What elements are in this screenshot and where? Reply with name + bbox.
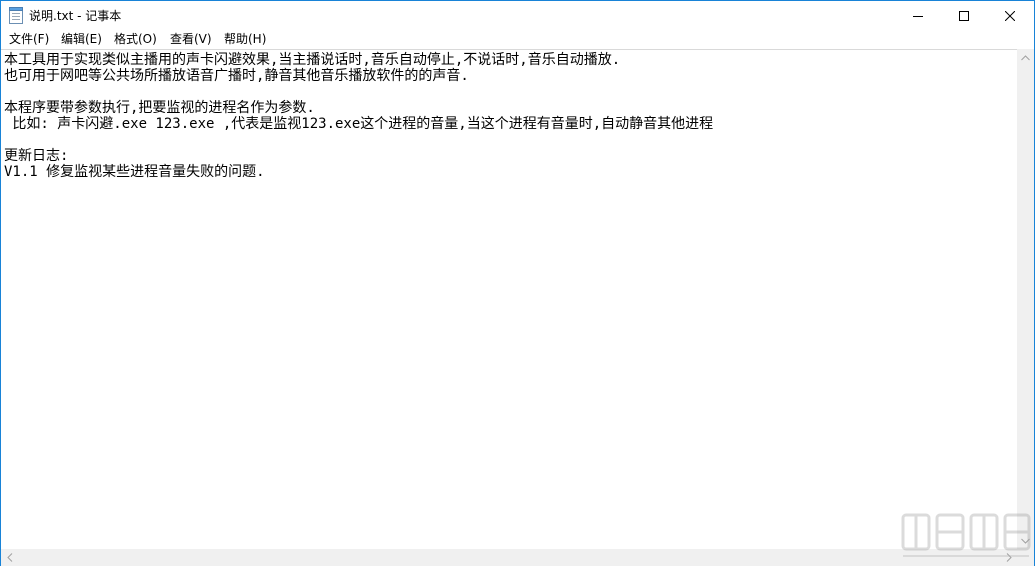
scroll-up-button[interactable] <box>1017 49 1034 66</box>
title-bar[interactable]: 说明.txt - 记事本 <box>1 1 1034 30</box>
menu-edit[interactable]: 编辑(E) <box>61 31 102 47</box>
minimize-icon <box>913 15 923 17</box>
close-button[interactable] <box>987 1 1033 30</box>
minimize-button[interactable] <box>895 1 941 30</box>
menu-bar: 文件(F) 编辑(E) 格式(O) 查看(V) 帮助(H) <box>1 30 1034 49</box>
menu-view[interactable]: 查看(V) <box>170 31 212 47</box>
menu-help[interactable]: 帮助(H) <box>224 31 266 47</box>
window-title: 说明.txt - 记事本 <box>29 9 122 23</box>
text-line: 更新日志: <box>4 148 69 164</box>
scroll-left-arrow-icon <box>6 553 12 562</box>
scroll-left-button[interactable] <box>1 549 18 566</box>
vertical-scrollbar[interactable] <box>1017 49 1034 549</box>
horizontal-scrollbar[interactable] <box>1 549 1017 566</box>
text-line: V1.1 修复监视某些进程音量失败的问题. <box>4 164 265 180</box>
close-icon <box>1005 10 1015 21</box>
text-editor[interactable]: 本工具用于实现类似主播用的声卡闪避效果,当主播说话时,音乐自动停止,不说话时,音… <box>1 49 1017 549</box>
menu-format[interactable]: 格式(O) <box>114 31 157 47</box>
notepad-icon <box>9 7 23 24</box>
text-line: 也可用于网吧等公共场所播放语音广播时,静音其他音乐播放软件的的声音. <box>4 68 469 84</box>
maximize-button[interactable] <box>941 1 987 30</box>
watermark-logo <box>901 509 1033 561</box>
maximize-icon <box>959 10 969 21</box>
text-line: 本程序要带参数执行,把要监视的进程名作为参数. <box>4 100 315 116</box>
notepad-window: 说明.txt - 记事本 文件(F) 编辑(E) 格式(O) 查看(V) 帮助(… <box>0 0 1035 566</box>
menu-file[interactable]: 文件(F) <box>9 31 49 47</box>
text-line: 比如: 声卡闪避.exe 123.exe ,代表是监视123.exe这个进程的音… <box>4 116 714 132</box>
scroll-up-arrow-icon <box>1021 54 1030 60</box>
text-line: 本工具用于实现类似主播用的声卡闪避效果,当主播说话时,音乐自动停止,不说话时,音… <box>4 52 621 68</box>
